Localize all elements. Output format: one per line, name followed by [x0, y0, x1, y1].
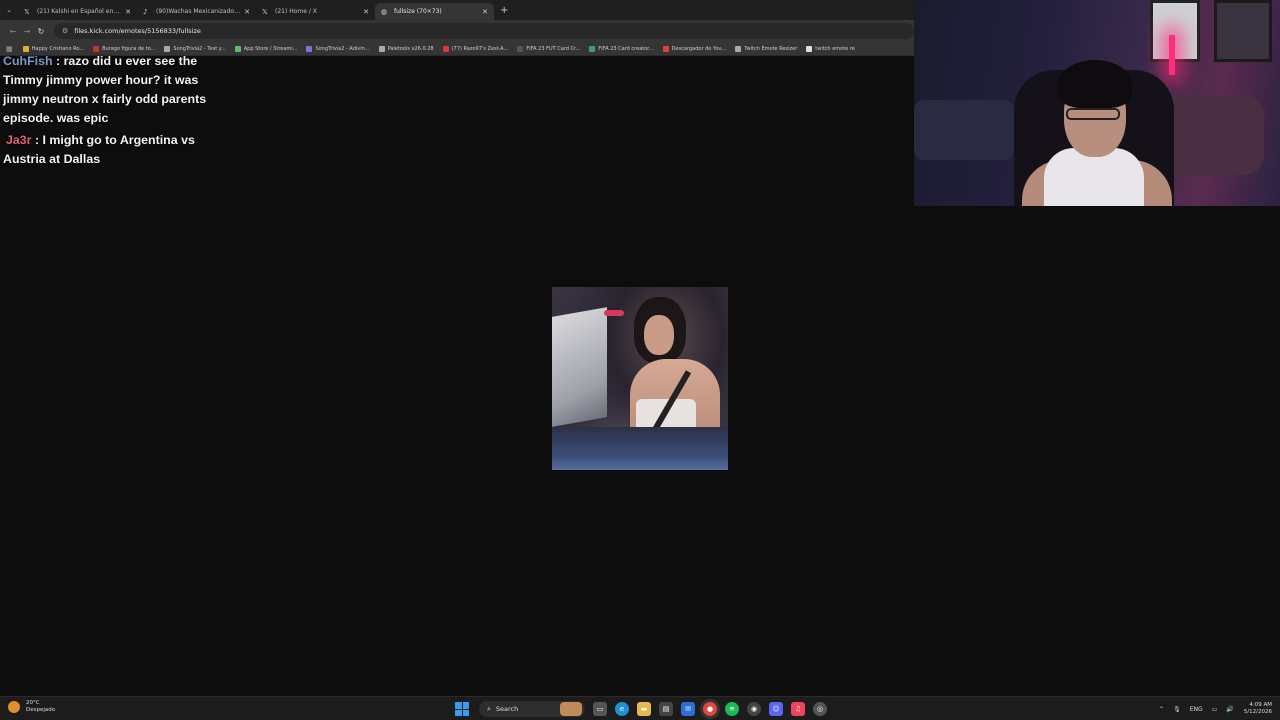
windows-start-icon[interactable] — [455, 702, 469, 716]
edge-icon[interactable]: e — [615, 702, 629, 716]
back-icon[interactable]: ← — [6, 27, 20, 36]
webcam-overlay — [914, 0, 1280, 206]
display-icon[interactable]: ▭ — [1212, 706, 1218, 713]
chrome-alt-icon[interactable]: ◉ — [747, 702, 761, 716]
tab-search-icon[interactable]: ⌄ — [0, 0, 18, 20]
microphone-icon[interactable]: 🎙 — [1173, 706, 1181, 713]
mail-icon[interactable]: ✉ — [681, 702, 695, 716]
stream-chat-overlay: CuhFish : razo did u ever see the Timmy … — [3, 52, 213, 172]
bookmark-favicon-icon — [442, 45, 449, 52]
address-bar[interactable]: ⚙ files.kick.com/emotes/5156833/fullsize — [54, 23, 914, 39]
bookmark-item[interactable]: App Store / Streami... — [234, 45, 297, 52]
bookmark-item[interactable]: Descargador de You... — [662, 45, 726, 52]
bookmark-favicon-icon — [306, 45, 313, 52]
close-icon[interactable]: ✕ — [363, 8, 369, 16]
search-icon: ⌕ — [487, 704, 491, 713]
taskbar-search[interactable]: ⌕ Search — [479, 701, 585, 717]
search-highlight-icon — [560, 702, 582, 716]
clock-date: 5/12/2026 — [1243, 709, 1272, 715]
weather-widget[interactable]: 20°C Despejado — [8, 700, 55, 714]
bookmark-item[interactable]: FIFA 23 FUT Card Cr... — [517, 45, 580, 52]
emote-image — [552, 287, 728, 470]
weather-desc: Despejado — [26, 707, 56, 713]
site-info-icon[interactable]: ⚙ — [62, 27, 68, 35]
chevron-up-icon[interactable]: ⌃ — [1159, 706, 1164, 713]
language-indicator[interactable]: ENG — [1190, 706, 1203, 713]
bookmark-item[interactable]: Burago figura de to... — [93, 45, 155, 52]
bookmark-favicon-icon — [93, 45, 100, 52]
close-icon[interactable]: ✕ — [482, 8, 488, 16]
tiktok-logo-icon: ♪ — [143, 7, 148, 16]
browser-tab-bar: ⌄ 𝕏 (21) Kalshi en Español en X: "I ✕ ♪ … — [0, 0, 914, 20]
weather-icon — [8, 701, 20, 713]
bookmark-favicon-icon — [378, 45, 385, 52]
app-icon[interactable]: ◎ — [813, 702, 827, 716]
chat-message: Ja3r : I might go to Argentina vs Austri… — [3, 131, 213, 169]
screen: ⌄ 𝕏 (21) Kalshi en Español en X: "I ✕ ♪ … — [0, 0, 1280, 720]
url-text: files.kick.com/emotes/5156833/fullsize — [74, 27, 201, 35]
tab-3[interactable]: 𝕏 (21) Home / X ✕ — [256, 3, 375, 20]
tab-2[interactable]: ♪ (90)Wachas Mexicanizados Lo ✕ — [137, 3, 256, 20]
music-icon[interactable]: ♫ — [791, 702, 805, 716]
windows-taskbar: 20°C Despejado ⌕ Search ▭ e ▬ ▤ ✉ ● ≋ ◉ … — [0, 696, 1280, 720]
bookmark-favicon-icon — [589, 45, 596, 52]
weather-temp: 20°C — [26, 700, 40, 706]
chat-message: CuhFish : razo did u ever see the Timmy … — [3, 52, 213, 128]
close-icon[interactable]: ✕ — [244, 8, 250, 16]
tab-4-active[interactable]: ◍ fullsize (70×73) ✕ — [375, 3, 494, 20]
bookmark-favicon-icon — [234, 45, 241, 52]
bookmark-favicon-icon — [164, 45, 171, 52]
bookmark-item[interactable]: (77) Razo97's Zest-A... — [442, 45, 508, 52]
chat-username: Ja3r — [6, 133, 32, 147]
bookmark-favicon-icon — [22, 45, 29, 52]
bookmark-favicon-icon — [662, 45, 669, 52]
chat-text: : I might go to Argentina vs Austria at … — [3, 133, 195, 166]
volume-icon[interactable]: 🔊 — [1226, 706, 1233, 713]
tab-title: (21) Home / X — [275, 8, 317, 15]
bookmark-item[interactable]: SongTrivia2 - Adivin... — [306, 45, 370, 52]
file-explorer-icon[interactable]: ▬ — [637, 702, 651, 716]
new-tab-icon[interactable]: + — [500, 5, 508, 16]
bookmark-item[interactable]: Happy Cristiano Ro... — [22, 45, 84, 52]
tab-title: fullsize (70×73) — [394, 8, 442, 15]
system-tray: ⌃ 🎙 ENG ▭ 🔊 4:09 AM 5/12/2026 — [1150, 700, 1272, 718]
browser-toolbar: ← → ↻ ⚙ files.kick.com/emotes/5156833/fu… — [0, 20, 914, 42]
bookmark-item[interactable]: Twitch Emote Resizer — [735, 45, 797, 52]
discord-icon[interactable]: ☺ — [769, 702, 783, 716]
tab-title: (21) Kalshi en Español en X: "I — [37, 8, 122, 15]
search-label: Search — [495, 705, 519, 713]
globe-icon: ◍ — [381, 7, 388, 16]
bookmark-favicon-icon — [735, 45, 742, 52]
bookmark-favicon-icon — [806, 45, 813, 52]
x-logo-icon: 𝕏 — [262, 7, 268, 16]
x-logo-icon: 𝕏 — [24, 7, 30, 16]
close-icon[interactable]: ✕ — [125, 8, 131, 16]
taskbar-apps: ⌕ Search ▭ e ▬ ▤ ✉ ● ≋ ◉ ☺ ♫ ◎ — [455, 699, 827, 719]
chat-username: CuhFish — [3, 54, 53, 68]
bookmark-item[interactable]: Paletools v26.0.28 — [378, 45, 434, 52]
task-view-icon[interactable]: ▭ — [593, 702, 607, 716]
tab-title: (90)Wachas Mexicanizados Lo — [156, 8, 241, 15]
clock[interactable]: 4:09 AM 5/12/2026 — [1244, 702, 1272, 716]
forward-icon[interactable]: → — [20, 27, 34, 36]
bookmark-item[interactable]: twitch emote re — [806, 45, 855, 52]
reload-icon[interactable]: ↻ — [34, 27, 48, 36]
bookmark-favicon-icon — [517, 45, 524, 52]
clock-time: 4:09 AM — [1249, 702, 1272, 708]
bookmark-item[interactable]: SongTrivia2 - Test y... — [164, 45, 226, 52]
tab-1[interactable]: 𝕏 (21) Kalshi en Español en X: "I ✕ — [18, 3, 137, 20]
store-icon[interactable]: ▤ — [659, 702, 673, 716]
bookmark-item[interactable]: FIFA 23 Card creator... — [589, 45, 654, 52]
spotify-icon[interactable]: ≋ — [725, 702, 739, 716]
chrome-icon[interactable]: ● — [703, 702, 717, 716]
